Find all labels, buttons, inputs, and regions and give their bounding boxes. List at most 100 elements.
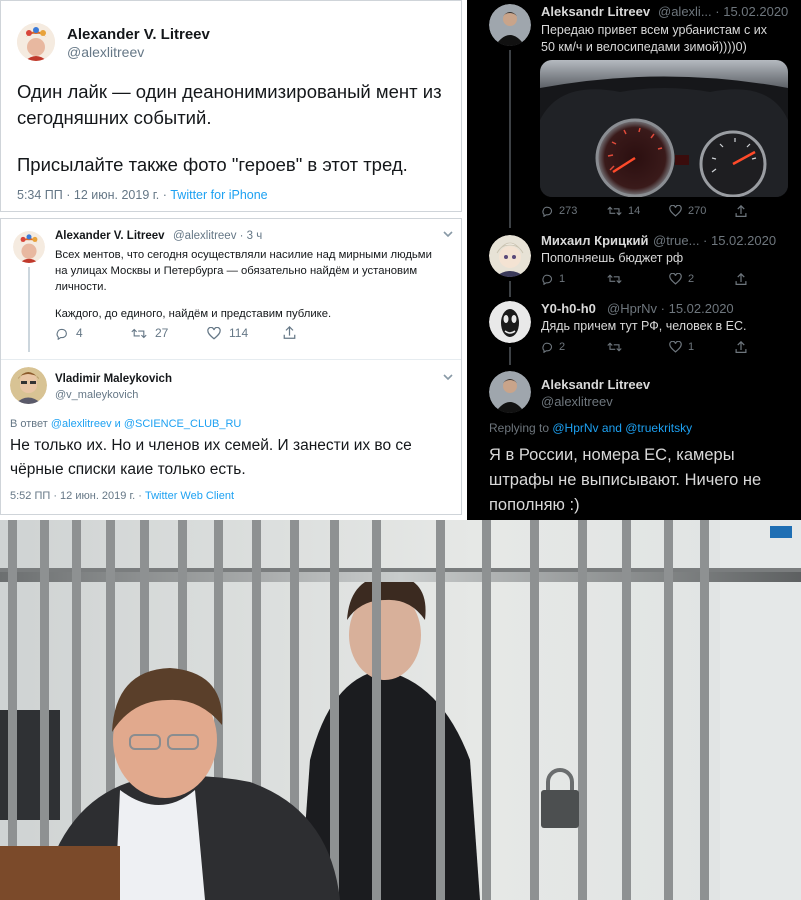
like-button[interactable]: 270: [669, 205, 706, 217]
author-handle[interactable]: @alexlitreev: [541, 394, 613, 409]
share-icon: [735, 273, 747, 285]
thread-connector: [509, 50, 511, 228]
heart-icon: [669, 205, 682, 217]
author-handle[interactable]: @alexli... · 15.02.2020: [658, 4, 788, 19]
share-icon: [735, 341, 747, 353]
share-button[interactable]: [735, 205, 753, 218]
replying-mentions[interactable]: @HprNv and @truekritsky: [552, 421, 692, 435]
reply-context: В ответ @alexlitreev и @SCIENCE_CLUB_RU: [10, 418, 241, 430]
like-count: 1: [688, 341, 695, 353]
heart-icon: [207, 326, 221, 340]
source-link[interactable]: Twitter Web Client: [145, 490, 234, 502]
avatar[interactable]: [17, 23, 55, 61]
heart-icon: [669, 273, 682, 285]
author-name[interactable]: Alexander V. Litreev: [55, 230, 165, 242]
author-handle[interactable]: @true... · 15.02.2020: [653, 233, 776, 248]
avatar[interactable]: [10, 367, 47, 404]
avatar[interactable]: [489, 371, 531, 413]
tweet-timestamp: 5:34 ПП · 12 июн. 2019 г. · Twitter for …: [17, 188, 268, 202]
tweet-text-line: чёрные списки каие только есть.: [10, 461, 246, 478]
author-handle[interactable]: @v_maleykovich: [55, 389, 138, 401]
tweet-text: Я в России, номера ЕС, камеры штрафы не …: [489, 443, 794, 518]
author-name[interactable]: Aleksandr Litreev: [541, 4, 650, 19]
tweet-text-line: личности.: [55, 281, 107, 293]
avatar[interactable]: [489, 301, 531, 343]
heart-icon: [669, 341, 682, 353]
tweet-timestamp: 5:52 ПП · 12 июн. 2019 г. · Twitter Web …: [10, 490, 234, 502]
retweet-button[interactable]: [607, 341, 628, 353]
tweet-card-litreev-1: Alexander V. Litreev @alexlitreev Один л…: [0, 0, 462, 212]
reply-button[interactable]: 4: [55, 326, 83, 340]
share-icon: [283, 326, 296, 339]
tweet-text-line: Каждого, до единого, найдём и представим…: [55, 308, 332, 320]
share-icon: [735, 205, 747, 217]
tweet-text-line: 50 км/ч и велосипедами зимой))))0): [541, 40, 747, 54]
retweet-button[interactable]: [607, 273, 628, 285]
tweet-card-thread: Alexander V. Litreev @alexlitreev · 3 ч …: [0, 218, 462, 515]
author-handle[interactable]: @alexlitreev: [67, 44, 144, 60]
share-button[interactable]: [735, 273, 753, 286]
author-name[interactable]: Михаил Крицкий: [541, 233, 649, 248]
reply-count: 1: [559, 273, 566, 285]
tweet-text-line: пополняю :): [489, 496, 580, 514]
reply-icon: [542, 342, 553, 353]
reply-button[interactable]: 273: [541, 205, 577, 217]
retweet-icon: [131, 328, 147, 338]
chevron-down-icon[interactable]: [442, 228, 454, 243]
dark-thread-panel: Aleksandr Litreev @alexli... · 15.02.202…: [467, 0, 801, 520]
reply-count: 4: [76, 326, 83, 340]
tweet-text-line: Передаю привет всем урбанистам с их: [541, 23, 767, 37]
timestamp-text[interactable]: 5:52 ПП · 12 июн. 2019 г. ·: [10, 490, 145, 502]
reply-button[interactable]: 2: [541, 341, 565, 353]
thread-connector: [509, 347, 511, 365]
tweet-text: Всех ментов, что сегодня осуществляли на…: [55, 247, 455, 322]
replying-prefix: Replying to: [489, 421, 553, 435]
author-name[interactable]: Alexander V. Litreev: [67, 26, 210, 43]
avatar[interactable]: [489, 4, 531, 46]
tweet-text-line: Один лайк — один деанонимизированый мент…: [17, 81, 442, 102]
like-count: 114: [229, 326, 249, 340]
tweet-text-line: Я в России, номера ЕС, камеры: [489, 446, 735, 464]
reply-icon: [542, 206, 553, 217]
author-name[interactable]: Y0-h0-h0: [541, 301, 596, 316]
author-handle[interactable]: @alexlitreev · 3 ч: [173, 230, 262, 242]
author-name[interactable]: Aleksandr Litreev: [541, 377, 650, 392]
tweet-text-line: Всех ментов, что сегодня осуществляли на…: [55, 249, 432, 261]
reply-prefix: В ответ: [10, 418, 51, 430]
share-button[interactable]: [735, 341, 753, 354]
share-button[interactable]: [283, 326, 304, 340]
retweet-icon: [607, 274, 622, 284]
like-count: 2: [688, 273, 695, 285]
tweet-text-line: Присылайте также фото "героев" в этот тр…: [17, 154, 408, 175]
like-button[interactable]: 114: [207, 326, 248, 340]
author-handle[interactable]: @HprNv · 15.02.2020: [607, 301, 734, 316]
like-button[interactable]: 1: [669, 341, 694, 353]
timestamp-text[interactable]: 5:34 ПП · 12 июн. 2019 г. ·: [17, 188, 170, 202]
divider: [1, 359, 461, 360]
tweet-text-line: сегодняшних событий.: [17, 107, 212, 128]
tweet-text-line: Не только их. Но и членов их семей. И за…: [10, 437, 412, 454]
tweet-text: Пополняешь бюджет рф: [541, 251, 684, 265]
like-count: 270: [688, 205, 707, 217]
author-name[interactable]: Vladimir Maleykovich: [55, 373, 172, 385]
tweet-text: Передаю привет всем урбанистам с их 50 к…: [541, 22, 791, 56]
reply-icon: [56, 328, 67, 340]
thread-connector: [28, 267, 30, 352]
retweet-button[interactable]: 27: [131, 326, 168, 340]
reply-button[interactable]: 1: [541, 273, 565, 285]
reply-count: 2: [559, 341, 566, 353]
reply-count: 273: [559, 205, 578, 217]
replying-context: Replying to @HprNv and @truekritsky: [489, 421, 692, 435]
retweet-button[interactable]: 14: [607, 205, 640, 217]
avatar[interactable]: [13, 231, 45, 263]
source-link[interactable]: Twitter for iPhone: [170, 188, 267, 202]
reply-mentions[interactable]: @alexlitreev и @SCIENCE_CLUB_RU: [51, 418, 241, 430]
dashboard-photo[interactable]: [540, 60, 788, 197]
like-button[interactable]: 2: [669, 273, 694, 285]
retweet-icon: [607, 206, 622, 216]
courtroom-photo: [0, 520, 801, 900]
avatar[interactable]: [489, 235, 531, 277]
tweet-text-line: штрафы не выписывают. Ничего не: [489, 471, 762, 489]
chevron-down-icon[interactable]: [442, 371, 454, 386]
retweet-count: 27: [155, 326, 169, 340]
